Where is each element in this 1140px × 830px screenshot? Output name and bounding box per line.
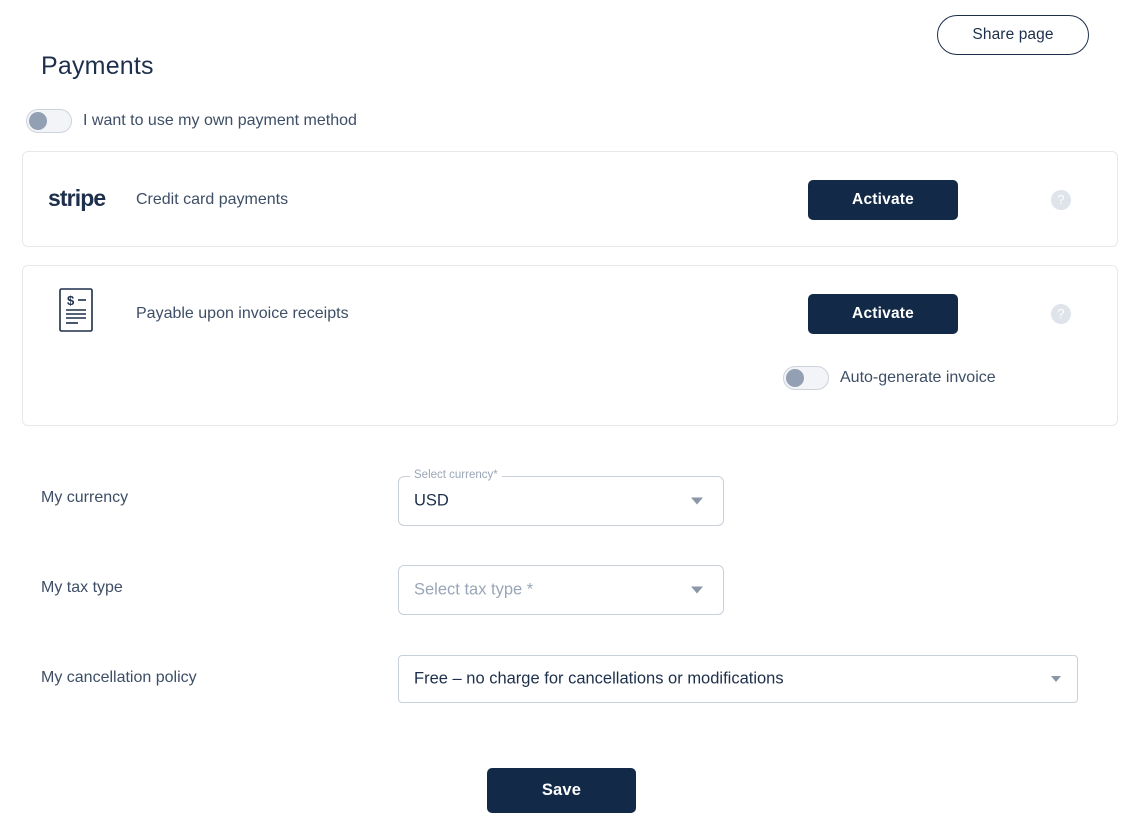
share-page-button[interactable]: Share page <box>937 15 1089 55</box>
invoice-document-icon: $ <box>59 288 93 332</box>
stripe-payment-card: stripe Credit card payments Activate ? <box>22 151 1118 247</box>
chevron-down-icon[interactable] <box>691 586 703 594</box>
cancellation-policy-value: Free – no charge for cancellations or mo… <box>414 669 784 688</box>
stripe-help-icon[interactable]: ? <box>1051 190 1071 210</box>
tax-type-label: My tax type <box>41 579 123 596</box>
payments-page: Share page Payments I want to use my own… <box>0 0 1140 830</box>
auto-generate-invoice-toggle[interactable] <box>783 366 829 390</box>
invoice-payment-card: $ Payable upon invoice receipts Activate… <box>22 265 1118 426</box>
page-title: Payments <box>41 52 154 80</box>
tax-type-placeholder: Select tax type * <box>414 580 534 599</box>
chevron-down-icon[interactable] <box>691 497 703 505</box>
cancellation-policy-label: My cancellation policy <box>41 669 197 686</box>
svg-text:$: $ <box>67 293 75 308</box>
toggle-knob <box>786 369 804 387</box>
own-payment-method-row[interactable]: I want to use my own payment method <box>26 109 357 133</box>
own-payment-method-label: I want to use my own payment method <box>83 112 357 129</box>
tax-type-select[interactable]: Select tax type * <box>398 565 724 615</box>
stripe-card-title: Credit card payments <box>136 191 289 208</box>
own-payment-method-toggle[interactable] <box>26 109 72 133</box>
currency-label: My currency <box>41 489 129 506</box>
currency-notch-label: Select currency* <box>410 469 502 481</box>
stripe-logo: stripe <box>48 185 106 211</box>
invoice-activate-button[interactable]: Activate <box>808 294 958 334</box>
currency-select[interactable]: Select currency* USD <box>398 469 724 526</box>
auto-generate-invoice-label: Auto-generate invoice <box>840 369 996 386</box>
cancellation-policy-select[interactable]: Free – no charge for cancellations or mo… <box>398 655 1078 703</box>
toggle-knob <box>29 112 47 130</box>
auto-generate-invoice-row[interactable]: Auto-generate invoice <box>783 366 996 390</box>
currency-value: USD <box>414 491 449 510</box>
invoice-card-title: Payable upon invoice receipts <box>136 305 349 322</box>
save-button[interactable]: Save <box>487 768 636 813</box>
stripe-activate-button[interactable]: Activate <box>808 180 958 220</box>
chevron-down-icon[interactable] <box>1051 676 1061 682</box>
invoice-help-icon[interactable]: ? <box>1051 304 1071 324</box>
